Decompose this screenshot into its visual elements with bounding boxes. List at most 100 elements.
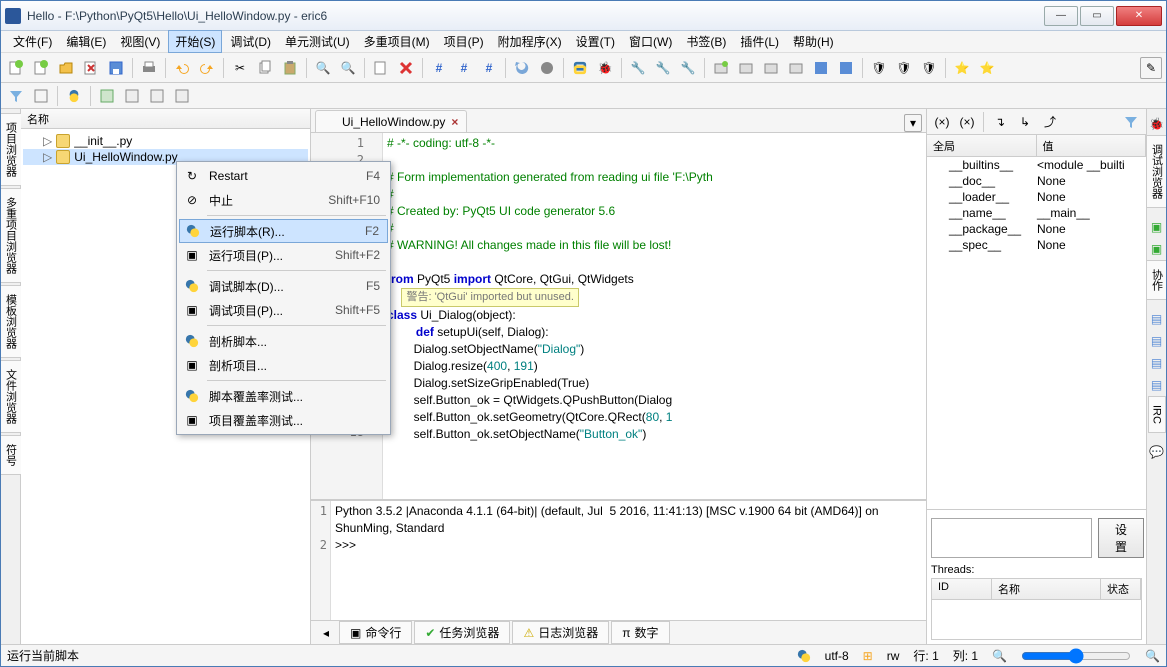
filter-icon[interactable] xyxy=(1120,111,1142,133)
menu-multi[interactable]: 多重项目(M) xyxy=(358,31,436,52)
shield3-icon[interactable]: 🛡 xyxy=(918,57,940,79)
variable-row[interactable]: __loader__None xyxy=(927,189,1146,205)
tab-dropdown-icon[interactable]: ▾ xyxy=(904,114,922,132)
filter2-icon[interactable] xyxy=(30,85,52,107)
vtab-template[interactable]: 模板浏览器 xyxy=(1,285,22,358)
vtab-coop[interactable]: 协作 xyxy=(1146,260,1167,300)
var-btn2-icon[interactable]: (×) xyxy=(956,111,978,133)
threads-list[interactable] xyxy=(931,600,1142,640)
col-value[interactable]: 值 xyxy=(1037,135,1147,156)
proj2-icon[interactable] xyxy=(735,57,757,79)
comment-toggle-icon[interactable]: # xyxy=(478,57,500,79)
console-content[interactable]: Python 3.5.2 |Anaconda 4.1.1 (64-bit)| (… xyxy=(331,501,926,620)
debug-icon[interactable]: 🐞 xyxy=(594,57,616,79)
bug-icon[interactable]: 🐞 xyxy=(1146,113,1167,135)
col-scope[interactable]: 全局 xyxy=(927,135,1037,156)
save3-icon[interactable] xyxy=(835,57,857,79)
menu-help[interactable]: 帮助(H) xyxy=(787,31,840,52)
btab-log[interactable]: ⚠日志浏览器 xyxy=(512,621,609,644)
vtab-multi-project[interactable]: 多重项目浏览器 xyxy=(1,188,22,283)
open-icon[interactable] xyxy=(55,57,77,79)
variable-row[interactable]: __package__None xyxy=(927,221,1146,237)
filter-input[interactable] xyxy=(931,518,1092,558)
redo-icon[interactable] xyxy=(196,57,218,79)
tab-close-icon[interactable]: × xyxy=(451,115,458,129)
tree-item[interactable]: ▷ __init__.py xyxy=(23,133,308,149)
btab-task[interactable]: ✔任务浏览器 xyxy=(414,621,510,644)
coop2-icon[interactable]: ▣ xyxy=(1146,238,1167,260)
undo-icon[interactable] xyxy=(171,57,193,79)
menu-start[interactable]: 开始(S) xyxy=(168,30,222,53)
save2-icon[interactable] xyxy=(810,57,832,79)
menu-profile-script[interactable]: 剖析脚本... xyxy=(179,329,388,353)
menu-debug-project[interactable]: ▣ 调试项目(P)...Shift+F5 xyxy=(179,298,388,322)
db3-icon[interactable]: ▤ xyxy=(1146,352,1167,374)
comment-icon[interactable]: # xyxy=(428,57,450,79)
vtab-debug-browser[interactable]: 调试浏览器 xyxy=(1146,135,1167,208)
status-encoding[interactable]: utf-8 xyxy=(825,649,849,663)
menu-addon[interactable]: 附加程序(X) xyxy=(492,31,568,52)
variable-row[interactable]: __builtins__<module __builti xyxy=(927,157,1146,173)
menu-run-script[interactable]: 运行脚本(R)...F2 xyxy=(179,219,388,243)
py-filter-icon[interactable] xyxy=(63,85,85,107)
copy-icon[interactable] xyxy=(254,57,276,79)
new-icon[interactable] xyxy=(5,57,27,79)
zoom-slider[interactable] xyxy=(1021,648,1131,664)
bottom-prev-icon[interactable]: ◂ xyxy=(315,622,337,644)
print-icon[interactable] xyxy=(138,57,160,79)
menu-plugins[interactable]: 插件(L) xyxy=(734,31,785,52)
tools3-icon[interactable]: 🔧 xyxy=(677,57,699,79)
menu-project[interactable]: 项目(P) xyxy=(438,31,490,52)
menu-stop[interactable]: ⊘ 中止Shift+F10 xyxy=(179,188,388,212)
proj4-icon[interactable] xyxy=(785,57,807,79)
menu-unit[interactable]: 单元测试(U) xyxy=(279,31,356,52)
save-icon[interactable] xyxy=(105,57,127,79)
tools2-icon[interactable]: 🔧 xyxy=(652,57,674,79)
vtab-symbols[interactable]: 符号 xyxy=(1,435,22,475)
tools1-icon[interactable]: 🔧 xyxy=(627,57,649,79)
menu-window[interactable]: 窗口(W) xyxy=(623,31,678,52)
db1-icon[interactable]: ▤ xyxy=(1146,308,1167,330)
menu-debug-script[interactable]: 调试脚本(D)...F5 xyxy=(179,274,388,298)
proj1-icon[interactable] xyxy=(710,57,732,79)
shield1-icon[interactable]: 🛡 xyxy=(868,57,890,79)
shield2-icon[interactable]: 🛡 xyxy=(893,57,915,79)
menu-edit[interactable]: 编辑(E) xyxy=(60,31,112,52)
coop1-icon[interactable]: ▣ xyxy=(1146,216,1167,238)
db2-icon[interactable]: ▤ xyxy=(1146,330,1167,352)
close-button[interactable]: ✕ xyxy=(1116,6,1162,26)
variable-row[interactable]: __spec__None xyxy=(927,237,1146,253)
col-thread-id[interactable]: ID xyxy=(932,579,992,599)
settings-button[interactable]: 设置 xyxy=(1098,518,1144,558)
new2-icon[interactable] xyxy=(30,57,52,79)
variable-row[interactable]: __name____main__ xyxy=(927,205,1146,221)
irc-icon[interactable]: 💬 xyxy=(1146,441,1167,463)
zoom-in-icon[interactable]: 🔍 xyxy=(1145,649,1160,663)
step-icon[interactable]: ↴ xyxy=(989,111,1011,133)
menu-run-project[interactable]: ▣ 运行项目(P)...Shift+F2 xyxy=(179,243,388,267)
reload-icon[interactable] xyxy=(511,57,533,79)
star-icon[interactable]: ⭐ xyxy=(951,57,973,79)
var-btn1-icon[interactable]: (×) xyxy=(931,111,953,133)
editor-tab[interactable]: Ui_HelloWindow.py × xyxy=(315,110,467,132)
star2-icon[interactable]: ⭐ xyxy=(976,57,998,79)
step2-icon[interactable]: ↳ xyxy=(1014,111,1036,133)
menu-coverage-script[interactable]: 脚本覆盖率测试... xyxy=(179,384,388,408)
minimize-button[interactable]: — xyxy=(1044,6,1078,26)
other-icon[interactable] xyxy=(171,85,193,107)
newfile-icon[interactable] xyxy=(370,57,392,79)
zoom-out-icon[interactable]: 🔍 xyxy=(992,649,1007,663)
maximize-button[interactable]: ▭ xyxy=(1080,6,1114,26)
col-thread-name[interactable]: 名称 xyxy=(992,579,1101,599)
variable-row[interactable]: __doc__None xyxy=(927,173,1146,189)
step3-icon[interactable]: ⤴ xyxy=(1039,111,1061,133)
btab-cmd[interactable]: ▣命令行 xyxy=(339,621,412,644)
run-icon[interactable] xyxy=(569,57,591,79)
menu-profile-project[interactable]: ▣ 剖析项目... xyxy=(179,353,388,377)
delete-icon[interactable] xyxy=(395,57,417,79)
res-icon[interactable] xyxy=(121,85,143,107)
menu-restart[interactable]: ↻ RestartF4 xyxy=(179,164,388,188)
pencil-icon[interactable]: ✎ xyxy=(1140,57,1162,79)
menu-settings[interactable]: 设置(T) xyxy=(570,31,621,52)
col-thread-state[interactable]: 状态 xyxy=(1101,579,1141,599)
